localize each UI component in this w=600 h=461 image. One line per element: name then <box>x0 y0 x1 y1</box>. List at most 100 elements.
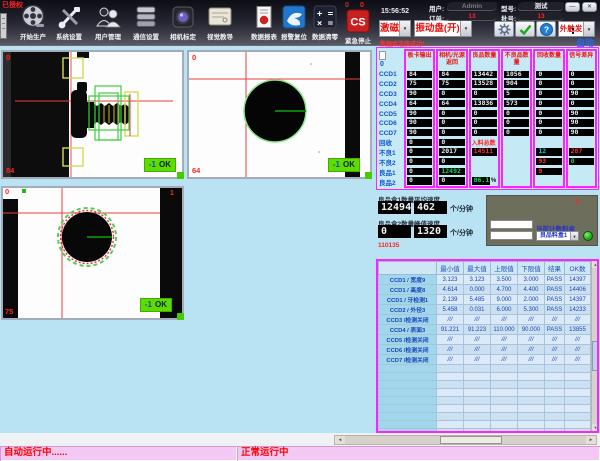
camera-view-3[interactable]: 0 1 75 -1OK <box>1 186 184 320</box>
scrollbar-thumb[interactable] <box>592 341 599 371</box>
stats-corner-value: 0 <box>380 61 384 68</box>
peak-speed-unit: 个/分钟 <box>450 228 473 238</box>
stats-column-header: 不良品数量 <box>503 51 530 70</box>
results-cell: PASS <box>545 305 565 315</box>
close-button[interactable]: ✕ <box>582 2 597 12</box>
question-icon: ? <box>540 23 553 36</box>
chevron-down-icon[interactable]: ▼ <box>460 21 471 36</box>
vision-teaching-button[interactable]: 视觉教导 <box>200 4 240 41</box>
communication-settings-button[interactable]: 通信设置 <box>126 4 166 41</box>
stats-value: 0 <box>569 158 594 166</box>
results-row[interactable]: CCD1 / 高度84.6140.0004.7004.400PASS14406 <box>379 285 591 295</box>
help-button[interactable]: ? <box>536 21 556 37</box>
stats-cell: 0 <box>535 99 562 109</box>
results-row[interactable]: CCD4 / 表面391.22191.223110.00090.000PASS1… <box>379 325 591 335</box>
results-cell: /// <box>565 355 591 365</box>
stats-value: 64 <box>439 100 464 108</box>
scroll-right-icon[interactable]: ► <box>586 436 596 444</box>
stats-row-label: 不良2 <box>378 159 403 169</box>
scroll-down-icon[interactable]: ▼ <box>592 424 599 431</box>
results-row[interactable]: CCD1 / 宽度93.1233.1233.5003.000PASS14397 <box>379 275 591 285</box>
side-mini-panel[interactable] <box>0 13 7 39</box>
results-cell: 6.000 <box>491 305 518 315</box>
stats-cell: 90 <box>406 128 433 138</box>
results-row-label: CCD7 /检测关闭 <box>379 355 437 365</box>
stats-cell: 0 <box>406 176 433 186</box>
stats-column: 良品数量1344213528013836000入料总数1451186.1% <box>469 49 500 188</box>
results-empty-cell <box>437 421 464 429</box>
stats-cell: 12492 <box>438 167 465 177</box>
results-cell: 14397 <box>565 295 591 305</box>
results-empty-cell <box>437 373 464 381</box>
chevron-down-icon[interactable]: ▼ <box>570 232 578 240</box>
stats-row-label: CCD3 <box>378 90 403 100</box>
stats-cell: 90 <box>568 128 595 138</box>
scroll-left-icon[interactable]: ◄ <box>335 436 345 444</box>
emergency-stop-button[interactable]: CS 紧急停止 <box>338 8 378 45</box>
scroll-up-icon[interactable]: ▲ <box>592 261 599 268</box>
magnet-combo[interactable]: 激磁 ▼ <box>379 20 411 37</box>
camera-2-top-left-count: 0 <box>192 54 196 62</box>
results-cell: 91.221 <box>437 325 464 335</box>
results-cell: 90.000 <box>518 325 545 335</box>
tray-input-2[interactable] <box>490 231 533 240</box>
camera-calibration-button[interactable]: 相机标定 <box>163 4 203 41</box>
table-horizontal-scrollbar[interactable]: ◄ ► <box>334 435 597 445</box>
settings-gear-button[interactable] <box>494 21 514 37</box>
stats-cell: 0 <box>535 70 562 80</box>
user-management-button[interactable]: 用户管理 <box>88 4 128 41</box>
system-settings-button[interactable]: 系统设置 <box>49 4 89 41</box>
stats-value: 90 <box>407 110 432 118</box>
results-row[interactable]: CCD3 /检测关闭////////////////// <box>379 315 591 325</box>
chevron-down-icon[interactable]: ▼ <box>399 21 410 36</box>
measurement-results-panel: 最小值最大值上限值下限值结果OK数CCD1 / 宽度93.1233.1233.5… <box>376 259 599 433</box>
tray-select-combo[interactable]: 良品料盒1 ▼ <box>536 231 579 241</box>
authorized-badge: 已授权 <box>2 0 23 10</box>
stats-cell <box>503 137 530 147</box>
svg-text:× =: × = <box>317 19 334 29</box>
stats-value: 84 <box>407 71 432 79</box>
stats-value: 86.1 <box>472 177 490 185</box>
results-header-cell <box>379 262 437 275</box>
camera-view-1[interactable]: 0 84 -1OK <box>1 50 184 179</box>
results-empty-cell <box>518 381 545 389</box>
results-cell: 91.223 <box>464 325 491 335</box>
trigger-mode-combo[interactable]: 外触发 ▼ <box>558 21 595 37</box>
results-empty-cell <box>518 389 545 397</box>
results-header-cell: 上限值 <box>491 262 518 275</box>
stats-cell: 90 <box>406 108 433 118</box>
stats-cell: 90 <box>568 108 595 118</box>
results-row[interactable]: CCD5 /检测关闭////////////////// <box>379 335 591 345</box>
results-row[interactable]: CCD7 /检测关闭////////////////// <box>379 355 591 365</box>
camera-view-2[interactable]: 0 64 -1OK <box>187 50 372 179</box>
confirm-check-button[interactable] <box>515 21 535 37</box>
results-row[interactable]: CCD6 /检测关闭////////////////// <box>379 345 591 355</box>
tray-input-1[interactable] <box>490 220 533 229</box>
stats-value: 90 <box>407 90 432 98</box>
stats-cell: 0 <box>438 89 465 99</box>
results-cell: /// <box>437 355 464 365</box>
camera-3-top-left-count: 0 <box>5 188 9 196</box>
results-row-label: CCD4 / 表面3 <box>379 325 437 335</box>
results-row[interactable]: CCD1 / 牙检测12.1395.4859.0002.000PASS14397 <box>379 295 591 305</box>
results-cell: 0.031 <box>464 305 491 315</box>
camera-1-top-left-count: 0 <box>6 54 10 62</box>
minimize-button[interactable]: — <box>565 2 580 12</box>
results-empty-cell <box>545 389 565 397</box>
stats-cell: 0 <box>568 79 595 89</box>
results-cell: /// <box>518 315 545 325</box>
results-row[interactable]: CCD2 / 外径35.4580.0316.0005.300PASS14233 <box>379 305 591 315</box>
table-vertical-scrollbar[interactable]: ▲ ▼ <box>591 261 597 431</box>
stats-value: 12 <box>536 148 561 156</box>
results-empty-cell <box>437 413 464 421</box>
chevron-down-icon[interactable]: ▼ <box>583 22 594 36</box>
stats-cell: 2017 <box>438 147 465 157</box>
results-cell: /// <box>491 355 518 365</box>
svg-text:+ =: + = <box>317 10 334 20</box>
stats-value: 0 <box>439 158 464 166</box>
results-empty-cell <box>464 389 491 397</box>
stats-cell: 14511 <box>471 147 498 157</box>
results-cell: /// <box>464 355 491 365</box>
scrollbar-thumb[interactable] <box>440 436 502 444</box>
camera-1-result-badge: -1OK <box>144 158 176 172</box>
